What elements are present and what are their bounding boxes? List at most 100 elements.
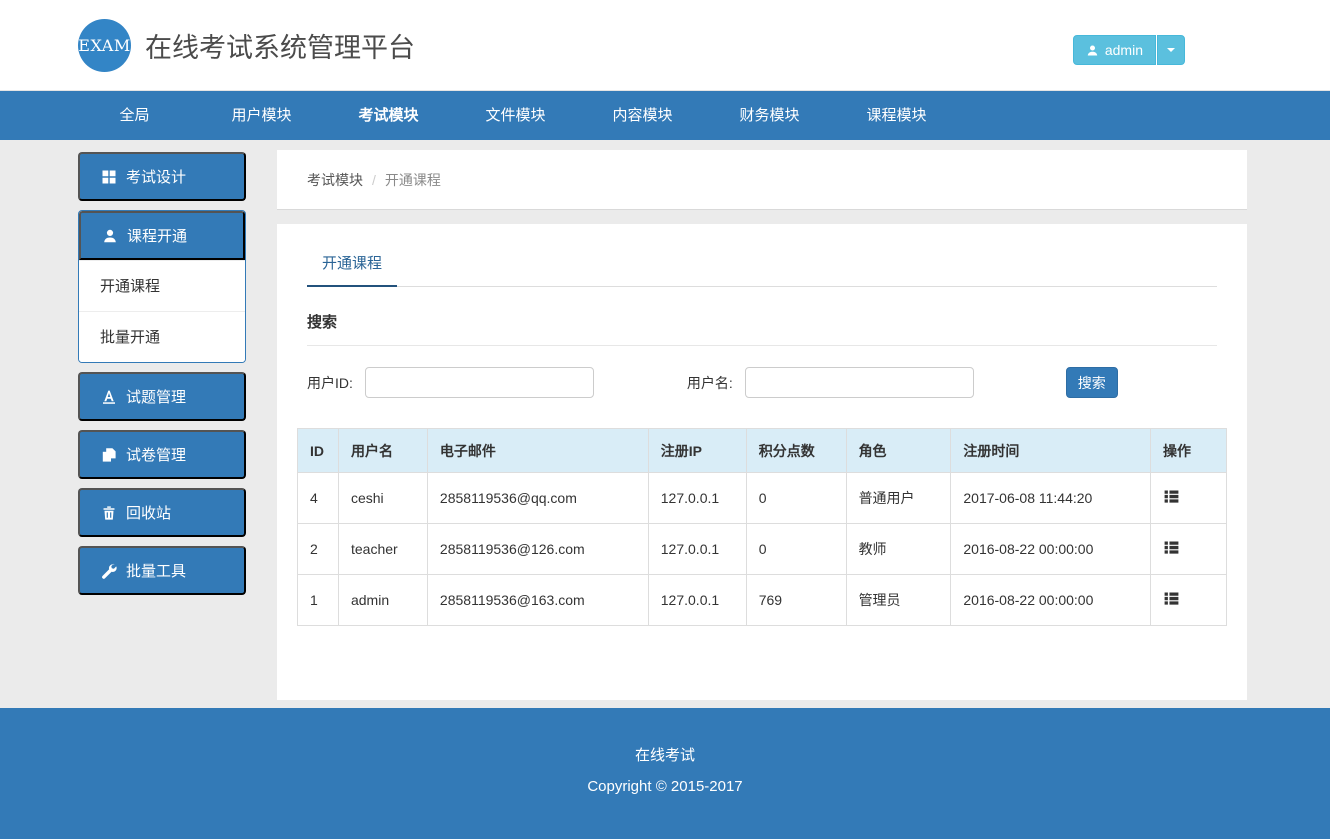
user-name-input[interactable]	[745, 367, 974, 398]
table-cell-username: teacher	[338, 524, 427, 575]
th-list-icon[interactable]	[1163, 488, 1180, 505]
user-button[interactable]: admin	[1073, 35, 1156, 65]
table-cell-username: ceshi	[338, 473, 427, 524]
th-large-icon	[101, 169, 117, 185]
users-table: ID用户名电子邮件注册IP积分点数角色注册时间操作 4ceshi28581195…	[297, 428, 1227, 626]
nav-item[interactable]: 用户模块	[198, 91, 325, 140]
table-header-cell: 注册IP	[648, 429, 746, 473]
app-footer: 在线考试 Copyright © 2015-2017	[0, 708, 1330, 839]
main-column: 考试模块/开通课程 开通课程 搜索 用户ID:用户名:搜索 ID用户名电子邮件注…	[277, 150, 1247, 700]
sidebar-item[interactable]: 试卷管理	[78, 430, 246, 479]
sidebar-item-label: 试卷管理	[126, 444, 186, 465]
table-cell-operation	[1151, 473, 1227, 524]
table-cell-points: 769	[746, 575, 846, 626]
breadcrumb-current: 开通课程	[385, 170, 441, 190]
user-icon	[1086, 44, 1099, 57]
table-cell-reg-ip: 127.0.0.1	[648, 473, 746, 524]
table-cell-points: 0	[746, 473, 846, 524]
nav-item[interactable]: 财务模块	[706, 91, 833, 140]
table-header-cell: ID	[298, 429, 339, 473]
sidebar-item[interactable]: 考试设计	[78, 152, 246, 201]
table-cell-operation	[1151, 524, 1227, 575]
user-button-label: admin	[1105, 42, 1143, 58]
table-cell-role: 管理员	[846, 575, 951, 626]
content-area: 考试设计课程开通开通课程批量开通试题管理试卷管理回收站批量工具 考试模块/开通课…	[0, 140, 1330, 708]
table-cell-reg-time: 2016-08-22 00:00:00	[951, 575, 1151, 626]
user-icon	[102, 228, 118, 244]
table-header-cell: 用户名	[338, 429, 427, 473]
search-form: 用户ID: 用户名: 搜索	[307, 367, 1217, 398]
sidebar-item[interactable]: 课程开通	[79, 211, 245, 260]
search-field-label: 用户ID:	[307, 373, 353, 393]
table-header-cell: 操作	[1151, 429, 1227, 473]
table-cell-role: 教师	[846, 524, 951, 575]
table-header-cell: 角色	[846, 429, 951, 473]
table-header-cell: 电子邮件	[427, 429, 648, 473]
font-icon	[101, 389, 117, 405]
table-row: 4ceshi2858119536@qq.com127.0.0.10普通用户201…	[298, 473, 1227, 524]
table-header-cell: 注册时间	[951, 429, 1151, 473]
table-cell-id: 1	[298, 575, 339, 626]
breadcrumb-separator: /	[372, 172, 376, 188]
table-row: 2teacher2858119536@126.com127.0.0.10教师20…	[298, 524, 1227, 575]
sidebar-item[interactable]: 试题管理	[78, 372, 246, 421]
table-cell-operation	[1151, 575, 1227, 626]
footer-copyright: Copyright © 2015-2017	[0, 778, 1330, 795]
table-row: 1admin2858119536@163.com127.0.0.1769管理员2…	[298, 575, 1227, 626]
sidebar-item[interactable]: 回收站	[78, 488, 246, 537]
sidebar-item-label: 考试设计	[126, 166, 186, 187]
sidebar: 考试设计课程开通开通课程批量开通试题管理试卷管理回收站批量工具	[78, 152, 246, 604]
table-cell-reg-ip: 127.0.0.1	[648, 575, 746, 626]
sidebar-subitem[interactable]: 批量开通	[79, 311, 245, 362]
table-cell-email: 2858119536@163.com	[427, 575, 648, 626]
sidebar-item-label: 课程开通	[127, 225, 187, 246]
table-cell-reg-time: 2016-08-22 00:00:00	[951, 524, 1151, 575]
table-header-row: ID用户名电子邮件注册IP积分点数角色注册时间操作	[298, 429, 1227, 473]
nav-item[interactable]: 全局	[71, 91, 198, 140]
th-list-icon[interactable]	[1163, 590, 1180, 607]
user-menu: admin	[1073, 35, 1185, 65]
table-cell-email: 2858119536@126.com	[427, 524, 648, 575]
th-list-icon[interactable]	[1163, 539, 1180, 556]
nav-item[interactable]: 文件模块	[452, 91, 579, 140]
sidebar-item-label: 试题管理	[126, 386, 186, 407]
sidebar-group: 课程开通开通课程批量开通	[78, 210, 246, 363]
copy-icon	[101, 447, 117, 463]
nav-item[interactable]: 课程模块	[833, 91, 960, 140]
trash-icon	[101, 505, 117, 521]
table-cell-email: 2858119536@qq.com	[427, 473, 648, 524]
table-cell-id: 2	[298, 524, 339, 575]
top-navbar: 全局用户模块考试模块文件模块内容模块财务模块课程模块	[0, 91, 1330, 140]
main-panel: 开通课程 搜索 用户ID: 用户名: 搜索 ID用户名电子邮件注册IP积分点数角色注…	[277, 224, 1247, 700]
nav-item[interactable]: 考试模块	[325, 91, 452, 140]
caret-down-icon	[1167, 48, 1175, 52]
search-field-label: 用户名:	[687, 373, 733, 393]
table-cell-id: 4	[298, 473, 339, 524]
user-id-input[interactable]	[365, 367, 594, 398]
table-cell-reg-time: 2017-06-08 11:44:20	[951, 473, 1151, 524]
table-header-cell: 积分点数	[746, 429, 846, 473]
table-cell-points: 0	[746, 524, 846, 575]
search-heading: 搜索	[307, 311, 1217, 346]
footer-site-name: 在线考试	[0, 744, 1330, 765]
breadcrumb-link[interactable]: 考试模块	[307, 170, 363, 190]
app-logo: EXAM	[78, 19, 131, 72]
nav-item[interactable]: 内容模块	[579, 91, 706, 140]
table-cell-username: admin	[338, 575, 427, 626]
logo-text: EXAM	[78, 36, 130, 55]
table-cell-reg-ip: 127.0.0.1	[648, 524, 746, 575]
tab-bar: 开通课程	[307, 252, 1217, 287]
tab-open-course[interactable]: 开通课程	[307, 252, 397, 287]
brand: EXAM 在线考试系统管理平台	[78, 19, 415, 72]
search-button[interactable]: 搜索	[1066, 367, 1118, 398]
table-cell-role: 普通用户	[846, 473, 951, 524]
navbar-list: 全局用户模块考试模块文件模块内容模块财务模块课程模块	[0, 91, 1330, 140]
wrench-icon	[101, 563, 117, 579]
page-title: 在线考试系统管理平台	[145, 26, 415, 65]
sidebar-item-label: 回收站	[126, 502, 171, 523]
sidebar-item-label: 批量工具	[126, 560, 186, 581]
breadcrumb: 考试模块 / 开通课程	[277, 150, 1247, 210]
user-menu-caret-button[interactable]	[1157, 35, 1185, 65]
sidebar-subitem[interactable]: 开通课程	[79, 260, 245, 311]
sidebar-item[interactable]: 批量工具	[78, 546, 246, 595]
